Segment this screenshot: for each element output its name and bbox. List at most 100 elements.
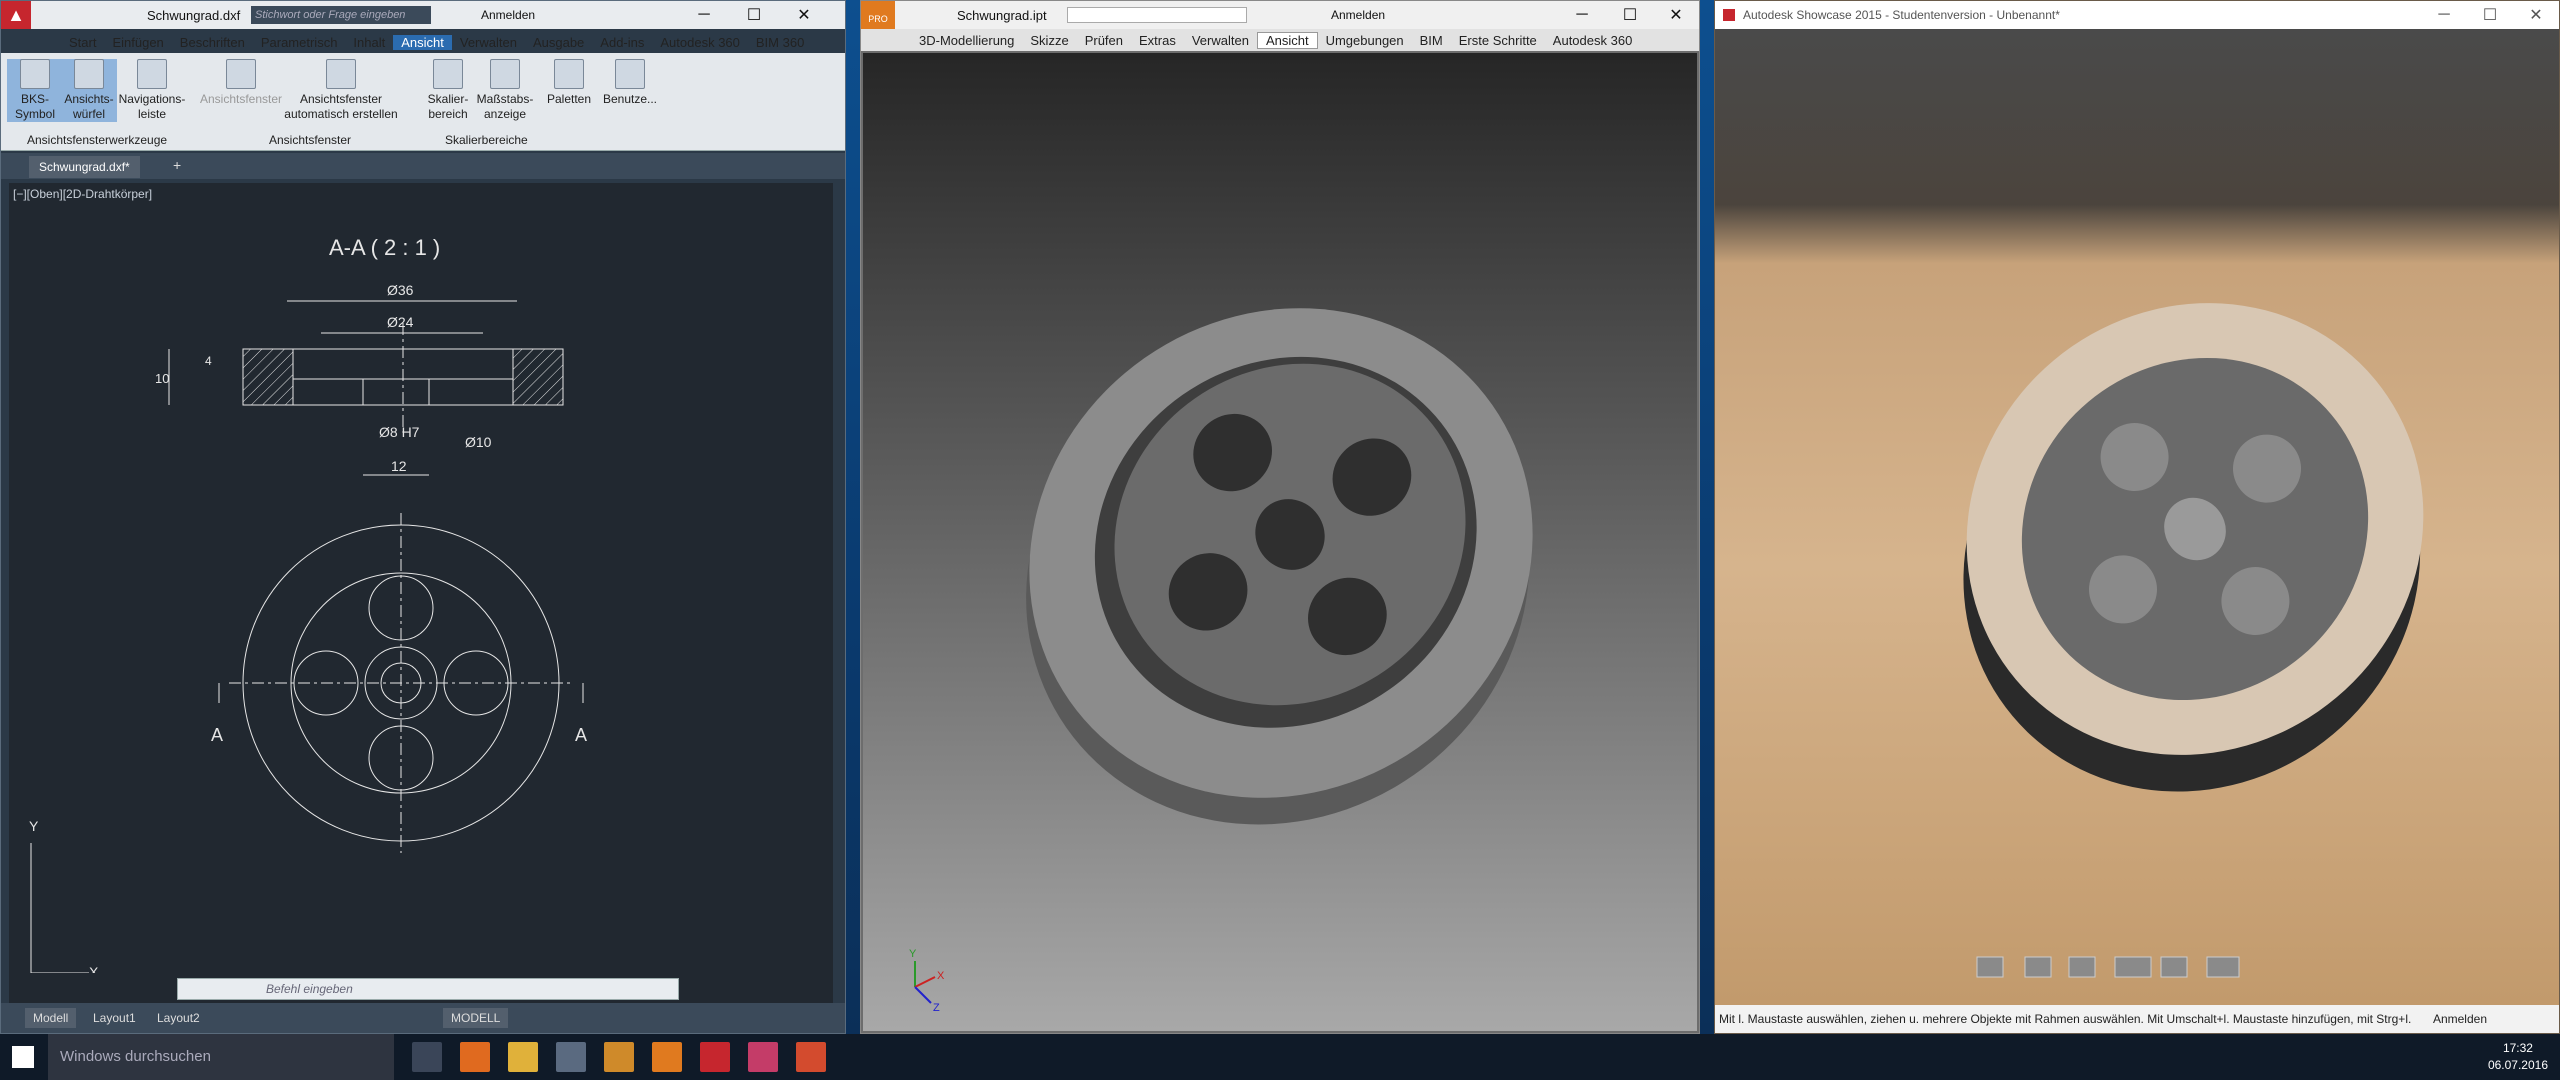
autocad-search-input[interactable]: Stichwort oder Frage eingeben (251, 6, 431, 24)
tab-start[interactable]: Start (61, 35, 104, 50)
start-icon[interactable] (12, 1046, 34, 1068)
media-icon[interactable] (604, 1042, 634, 1072)
dim-d36: Ø36 (387, 282, 414, 298)
inventor-maximize-icon[interactable]: ☐ (1607, 1, 1653, 29)
inv-tab-3d[interactable]: 3D-Modellierung (911, 33, 1022, 48)
inventor-app-icon[interactable]: PRO (861, 1, 895, 29)
app-task-icon[interactable] (796, 1042, 826, 1072)
measure-icon (490, 59, 520, 89)
tab-beschriften[interactable]: Beschriften (172, 35, 253, 50)
inv-tab-erste[interactable]: Erste Schritte (1451, 33, 1545, 48)
autocad-app-icon[interactable]: ▲ (1, 1, 31, 29)
showcase-task-icon[interactable] (748, 1042, 778, 1072)
sc-tool-light[interactable] (2068, 956, 2096, 978)
scale-label: Skalier-bereich (427, 92, 469, 121)
sc-tool-material[interactable] (2160, 956, 2188, 978)
inv-axis-x: X (937, 970, 945, 982)
scale-icon (433, 59, 463, 89)
sc-tool-open[interactable] (1976, 956, 2004, 978)
scale-display-button[interactable]: Maßstabs-anzeige (473, 59, 537, 122)
command-line[interactable]: Befehl eingeben (177, 978, 679, 1000)
showcase-signin[interactable]: Anmelden (2433, 1005, 2487, 1033)
dim-h4: 4 (205, 354, 212, 368)
inv-tab-skizze[interactable]: Skizze (1022, 33, 1076, 48)
inv-tab-bim[interactable]: BIM (1412, 33, 1451, 48)
inv-tab-pruefen[interactable]: Prüfen (1077, 33, 1131, 48)
autocad-minimize-icon[interactable]: ─ (681, 1, 727, 29)
drawing-viewport[interactable]: [−][Oben][2D-Drahtkörper] A-A ( 2 : 1 ) … (9, 183, 833, 1003)
sc-tool-export[interactable] (2206, 956, 2240, 978)
tab-parametrisch[interactable]: Parametrisch (253, 35, 346, 50)
ucs-x: X (89, 964, 99, 973)
showcase-titlebar[interactable]: Autodesk Showcase 2015 - Studentenversio… (1715, 1, 2559, 29)
tab-addins[interactable]: Add-ins (592, 35, 652, 50)
inv-tab-umgebungen[interactable]: Umgebungen (1318, 33, 1412, 48)
taskbar-search[interactable]: Windows durchsuchen (48, 1034, 394, 1080)
showcase-minimize-icon[interactable]: ─ (2421, 1, 2467, 29)
status-model[interactable]: MODELL (443, 1008, 509, 1028)
auto-label: Ansichtsfenster automatisch erstellen (284, 92, 398, 121)
inventor-task-icon[interactable] (652, 1042, 682, 1072)
tab-autodesk360[interactable]: Autodesk 360 (652, 35, 748, 50)
user-button[interactable]: Benutze... (597, 59, 663, 107)
firefox-icon[interactable] (460, 1042, 490, 1072)
palettes-button[interactable]: Paletten (541, 59, 597, 107)
panel-vp-label: Ansichtsfenster (269, 133, 352, 147)
tab-ansicht[interactable]: Ansicht (393, 34, 452, 50)
tab-inhalt[interactable]: Inhalt (345, 35, 393, 50)
inventor-signin[interactable]: Anmelden (1331, 8, 1385, 22)
clock-time: 17:32 (2502, 1041, 2533, 1055)
lock-icon[interactable] (556, 1042, 586, 1072)
navbar-button[interactable]: Navigations-leiste (117, 59, 187, 122)
ucs-y: Y (29, 818, 39, 834)
inv-axis-y: Y (909, 948, 917, 960)
auto-viewport-button[interactable]: Ansichtsfenster automatisch erstellen (281, 59, 401, 122)
inv-tab-verwalten[interactable]: Verwalten (1184, 33, 1257, 48)
inv-tab-extras[interactable]: Extras (1131, 33, 1184, 48)
showcase-scene[interactable] (1715, 29, 2559, 1005)
tab-bim360[interactable]: BIM 360 (748, 35, 812, 50)
user-interface-icon (615, 59, 645, 89)
section-mark-left: A (211, 725, 223, 745)
autocad-maximize-icon[interactable]: ☐ (731, 1, 777, 29)
inv-tab-a360[interactable]: Autodesk 360 (1545, 33, 1641, 48)
inventor-search-input[interactable] (1067, 7, 1247, 23)
inventor-minimize-icon[interactable]: ─ (1559, 1, 1605, 29)
layout-tab-model[interactable]: Modell (25, 1008, 77, 1028)
taskbar-clock[interactable]: 17:32 06.07.2016 (2488, 1040, 2548, 1074)
autocad-close-icon[interactable]: ✕ (781, 1, 827, 29)
task-view-icon[interactable] (412, 1042, 442, 1072)
sc-tool-env[interactable] (2024, 956, 2052, 978)
viewcube-button[interactable]: Ansichts-würfel (61, 59, 117, 122)
inventor-titlebar[interactable]: PRO Schwungrad.ipt Anmelden ─ ☐ ✕ (861, 1, 1699, 29)
scale-area-button[interactable]: Skalier-bereich (421, 59, 475, 122)
bks-symbol-button[interactable]: BKS-Symbol (7, 59, 63, 122)
autocad-statusbar: Modell Layout1 Layout2 MODELL (1, 1003, 845, 1033)
autocad-task-icon[interactable] (700, 1042, 730, 1072)
inventor-viewport[interactable]: X Y Z (863, 53, 1697, 1031)
cube-icon (74, 59, 104, 89)
explorer-icon[interactable] (508, 1042, 538, 1072)
showcase-maximize-icon[interactable]: ☐ (2467, 1, 2513, 29)
viewport-button[interactable]: Ansichtsfenster (191, 59, 291, 107)
inventor-close-icon[interactable]: ✕ (1653, 1, 1699, 29)
autocad-signin[interactable]: Anmelden (481, 8, 535, 22)
palettes-icon (554, 59, 584, 89)
panel-tools-label: Ansichtsfensterwerkzeuge (27, 133, 168, 147)
inv-tab-ansicht[interactable]: Ansicht (1256, 31, 1318, 49)
new-tab-icon[interactable]: + (173, 157, 181, 173)
layout-tab-2[interactable]: Layout2 (149, 1008, 208, 1028)
tab-einfuegen[interactable]: Einfügen (104, 35, 171, 50)
dim-d24: Ø24 (387, 314, 414, 330)
inventor-window: PRO Schwungrad.ipt Anmelden ─ ☐ ✕ 3D-Mod… (860, 0, 1700, 1034)
tab-ausgabe[interactable]: Ausgabe (525, 35, 592, 50)
inv-axis-z: Z (933, 1002, 940, 1014)
tab-verwalten[interactable]: Verwalten (452, 35, 525, 50)
showcase-close-icon[interactable]: ✕ (2513, 1, 2559, 29)
autocad-search-placeholder: Stichwort oder Frage eingeben (255, 9, 406, 21)
autocad-titlebar[interactable]: ▲ Schwungrad.dxf Stichwort oder Frage ei… (1, 1, 845, 29)
bks-label: BKS-Symbol (14, 92, 55, 121)
sc-tool-camera[interactable] (2114, 956, 2152, 978)
layout-tab-1[interactable]: Layout1 (85, 1008, 144, 1028)
doc-tab-schwungrad[interactable]: Schwungrad.dxf* (29, 156, 140, 178)
